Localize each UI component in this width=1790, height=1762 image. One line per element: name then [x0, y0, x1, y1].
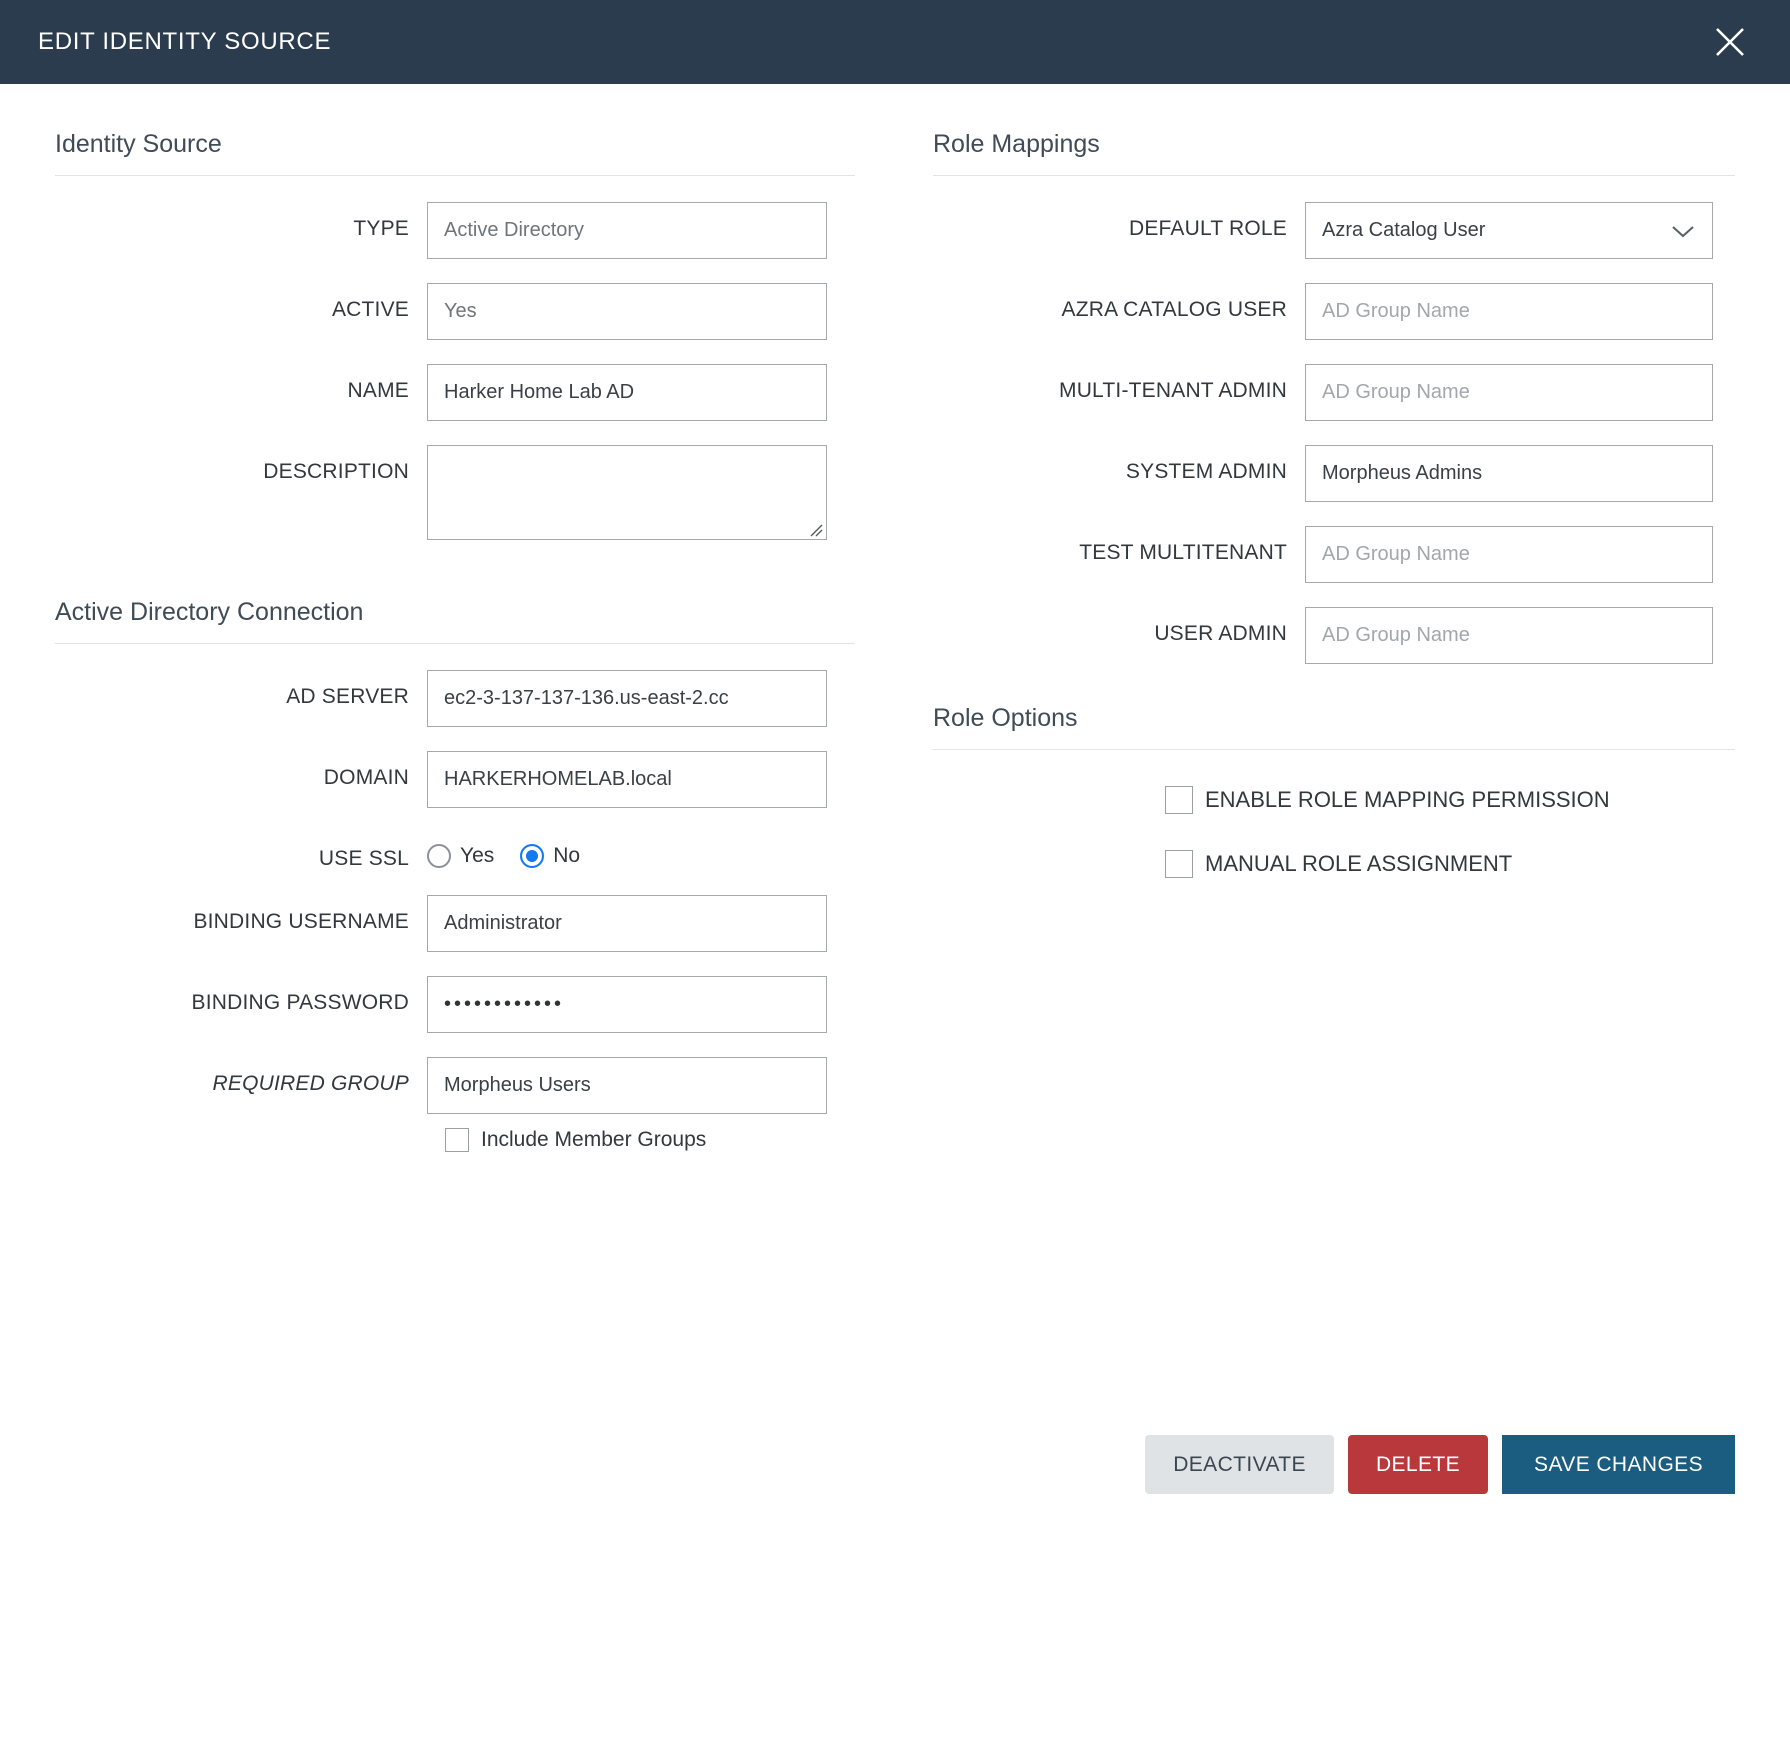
name-label: NAME — [347, 379, 409, 402]
required-group-field[interactable]: Morpheus Users — [427, 1057, 827, 1115]
field-row-active: ACTIVE Yes — [55, 283, 855, 340]
field-row-default-role: DEFAULT ROLE Azra Catalog User — [933, 202, 1735, 259]
include-member-groups-label: Include Member Groups — [481, 1128, 707, 1152]
resize-grip-icon[interactable] — [807, 521, 823, 537]
field-row-required-group: REQUIRED GROUP Morpheus Users — [55, 1057, 855, 1115]
role-options-list: ENABLE ROLE MAPPING PERMISSION MANUAL RO… — [933, 786, 1735, 878]
test-multitenant-label: TEST MULTITENANT — [1079, 541, 1287, 564]
field-row-ad-server: AD SERVER ec2-3-137-137-136.us-east-2.cc — [55, 670, 855, 727]
manual-role-assignment-label: MANUAL ROLE ASSIGNMENT — [1205, 851, 1513, 876]
field-row-domain: DOMAIN HARKERHOMELAB.local — [55, 751, 855, 808]
use-ssl-radio-group: Yes No — [427, 832, 580, 868]
default-role-select[interactable]: Azra Catalog User — [1305, 202, 1713, 259]
manual-role-assignment-checkbox[interactable]: MANUAL ROLE ASSIGNMENT — [1165, 850, 1735, 878]
checkbox-icon[interactable] — [1165, 850, 1193, 878]
domain-field[interactable]: HARKERHOMELAB.local — [427, 751, 827, 808]
deactivate-button[interactable]: DEACTIVATE — [1145, 1435, 1334, 1494]
field-row-type: TYPE Active Directory — [55, 202, 855, 259]
include-member-groups-checkbox[interactable]: Include Member Groups — [445, 1128, 855, 1153]
role-options-heading: Role Options — [933, 704, 1735, 750]
footer-actions: DEACTIVATE DELETE SAVE CHANGES — [1145, 1435, 1735, 1494]
checkbox-icon[interactable] — [1165, 786, 1193, 814]
radio-no-icon[interactable] — [520, 844, 545, 868]
close-icon[interactable] — [1704, 16, 1756, 68]
type-field[interactable]: Active Directory — [427, 202, 827, 259]
azra-catalog-user-label: AZRA CATALOG USER — [1061, 298, 1287, 321]
domain-label: DOMAIN — [323, 766, 409, 789]
modal-body: Identity Source TYPE Active Directory AC… — [0, 84, 1790, 1762]
field-row-system-admin: SYSTEM ADMIN Morpheus Admins — [933, 445, 1735, 502]
binding-password-field[interactable]: •••••••••••• — [427, 976, 827, 1034]
multi-tenant-admin-label: MULTI-TENANT ADMIN — [1059, 379, 1287, 402]
modal-header: EDIT IDENTITY SOURCE — [0, 0, 1790, 84]
ad-connection-heading: Active Directory Connection — [55, 598, 855, 644]
azra-catalog-user-field[interactable]: AD Group Name — [1305, 283, 1713, 340]
left-column: Identity Source TYPE Active Directory AC… — [0, 84, 895, 1762]
user-admin-label: USER ADMIN — [1154, 622, 1287, 645]
use-ssl-yes-label: Yes — [460, 844, 495, 867]
user-admin-field[interactable]: AD Group Name — [1305, 607, 1713, 664]
binding-username-label: BINDING USERNAME — [193, 910, 409, 934]
radio-yes-icon[interactable] — [427, 844, 451, 868]
enable-role-mapping-permission-label: ENABLE ROLE MAPPING PERMISSION — [1205, 787, 1610, 812]
field-row-azra-catalog-user: AZRA CATALOG USER AD Group Name — [933, 283, 1735, 340]
ad-server-field[interactable]: ec2-3-137-137-136.us-east-2.cc — [427, 670, 827, 727]
use-ssl-label: USE SSL — [318, 847, 409, 870]
use-ssl-radio-no[interactable]: No — [520, 844, 580, 868]
binding-username-field[interactable]: Administrator — [427, 895, 827, 953]
checkbox-icon[interactable] — [445, 1128, 469, 1153]
description-label: DESCRIPTION — [263, 460, 409, 483]
field-row-test-multitenant: TEST MULTITENANT AD Group Name — [933, 526, 1735, 583]
right-column: Role Mappings DEFAULT ROLE Azra Catalog … — [895, 84, 1790, 1762]
chevron-down-icon[interactable] — [1670, 223, 1696, 239]
type-label: TYPE — [353, 217, 409, 240]
use-ssl-no-label: No — [553, 844, 581, 867]
default-role-value: Azra Catalog User — [1322, 219, 1486, 241]
active-label: ACTIVE — [331, 298, 409, 321]
binding-password-label: BINDING PASSWORD — [191, 991, 409, 1015]
password-mask: •••••••••••• — [444, 993, 565, 1016]
multi-tenant-admin-field[interactable]: AD Group Name — [1305, 364, 1713, 421]
save-changes-button[interactable]: SAVE CHANGES — [1502, 1435, 1735, 1494]
system-admin-field[interactable]: Morpheus Admins — [1305, 445, 1713, 502]
use-ssl-radio-yes[interactable]: Yes — [427, 844, 494, 868]
test-multitenant-field[interactable]: AD Group Name — [1305, 526, 1713, 583]
field-row-use-ssl: USE SSL Yes No — [55, 832, 855, 871]
field-row-binding-username: BINDING USERNAME Administrator — [55, 895, 855, 953]
field-row-user-admin: USER ADMIN AD Group Name — [933, 607, 1735, 664]
name-field[interactable]: Harker Home Lab AD — [427, 364, 827, 421]
ad-server-label: AD SERVER — [286, 685, 409, 708]
field-row-description: DESCRIPTION — [55, 445, 855, 540]
field-row-binding-password: BINDING PASSWORD •••••••••••• — [55, 976, 855, 1034]
description-field[interactable] — [427, 445, 827, 540]
default-role-label: DEFAULT ROLE — [1128, 217, 1287, 240]
page-title: EDIT IDENTITY SOURCE — [38, 28, 332, 55]
active-field[interactable]: Yes — [427, 283, 827, 340]
field-row-multi-tenant-admin: MULTI-TENANT ADMIN AD Group Name — [933, 364, 1735, 421]
delete-button[interactable]: DELETE — [1347, 1435, 1489, 1494]
enable-role-mapping-permission-checkbox[interactable]: ENABLE ROLE MAPPING PERMISSION — [1165, 786, 1735, 814]
required-group-label: REQUIRED GROUP — [212, 1072, 409, 1096]
field-row-name: NAME Harker Home Lab AD — [55, 364, 855, 421]
system-admin-label: SYSTEM ADMIN — [1125, 460, 1287, 483]
role-mappings-heading: Role Mappings — [933, 130, 1735, 176]
identity-source-heading: Identity Source — [55, 130, 855, 176]
